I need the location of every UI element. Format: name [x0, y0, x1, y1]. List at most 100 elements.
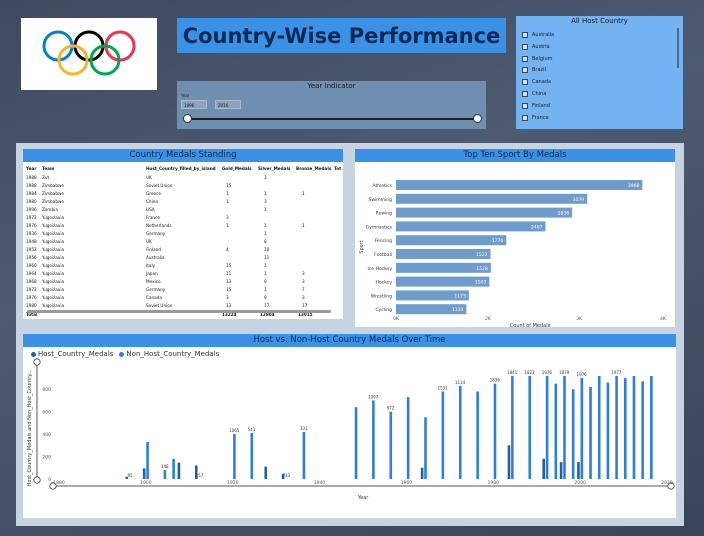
host-bar[interactable] [507, 445, 511, 479]
bar-value-label: 1977 [611, 370, 622, 375]
nonhost-bar[interactable] [571, 389, 575, 479]
nonhost-bar[interactable] [493, 383, 497, 479]
country-option[interactable]: Australia [522, 30, 554, 40]
nonhost-bar[interactable] [589, 386, 592, 479]
table-row: 1952 Yugoslavia Finland 4 10 [26, 246, 339, 254]
nonhost-bar[interactable] [458, 385, 462, 479]
nonhost-bar[interactable] [476, 391, 479, 479]
bar-value-label: 541 [248, 427, 256, 432]
host-bar[interactable] [559, 462, 563, 479]
year-slider-start-handle[interactable] [183, 114, 192, 123]
sport-bar[interactable] [396, 193, 588, 204]
sport-bar[interactable] [396, 221, 546, 232]
checkbox[interactable] [522, 32, 528, 38]
nonhost-bar[interactable] [528, 376, 532, 479]
checkbox[interactable] [522, 67, 528, 74]
table-cell: Netherlands [146, 223, 172, 228]
year-to-input[interactable]: 2016 [215, 100, 241, 109]
nonhost-bar[interactable] [632, 376, 636, 479]
olympic-logo [21, 18, 157, 90]
nonhost-bar[interactable] [163, 470, 167, 479]
nonhost-bar[interactable] [146, 441, 149, 479]
column-header[interactable]: Host_Country_filled_by_island [146, 166, 216, 171]
column-header[interactable]: Year [26, 166, 36, 171]
table-row: 1984 Zimbabwe Greece 1 1 1 [26, 190, 339, 198]
y-axis-slider-bottom-handle[interactable] [33, 476, 41, 484]
checkbox[interactable] [522, 55, 528, 62]
column-header[interactable]: Bronze_Medals [296, 166, 331, 171]
sport-value-label: 3079 [573, 197, 585, 203]
table-cell: 15 [226, 287, 232, 292]
year-from-input[interactable]: 1896 [181, 100, 207, 109]
table-cell: 3 [302, 271, 305, 276]
nonhost-bar[interactable] [406, 397, 410, 479]
y-axis-title: Host_Country_Medals and Non_Host_Country… [27, 369, 33, 486]
country-option[interactable]: China [522, 89, 546, 99]
host-bar[interactable] [577, 462, 580, 479]
checkbox[interactable] [522, 43, 528, 50]
nonhost-bar[interactable] [623, 378, 627, 479]
nonhost-bar[interactable] [389, 411, 393, 479]
column-header[interactable]: Team [42, 166, 54, 171]
checkbox[interactable] [522, 91, 528, 97]
column-header[interactable]: Silver_Medals [258, 166, 290, 171]
nonhost-bar[interactable] [615, 376, 618, 479]
table-horizontal-scrollbar[interactable] [27, 310, 331, 313]
nonhost-bar[interactable] [597, 376, 601, 479]
table-cell: 11 [264, 255, 270, 260]
table-cell: 13 [226, 279, 232, 284]
table-cell: 9 [264, 279, 267, 284]
host-bar[interactable] [542, 458, 545, 479]
nonhost-bar[interactable] [554, 383, 558, 479]
checkbox[interactable] [522, 114, 528, 121]
sport-bar[interactable] [396, 180, 643, 190]
table-cell: Yugoslavia [42, 215, 65, 220]
host-vs-nonhost-panel: Host vs. Non-Host Country Medals Over Ti… [23, 334, 676, 518]
table-cell: 10 [264, 247, 270, 252]
nonhost-bar[interactable] [545, 376, 549, 479]
nonhost-bar[interactable] [580, 378, 584, 479]
nonhost-bar[interactable] [650, 376, 653, 479]
nonhost-bar[interactable] [172, 458, 175, 479]
nonhost-bar[interactable] [641, 381, 644, 479]
country-option[interactable]: Finland [522, 101, 550, 111]
host-bar[interactable] [420, 467, 424, 479]
nonhost-bar[interactable] [511, 376, 514, 479]
country-option[interactable]: Belgium [522, 54, 553, 64]
checkbox[interactable] [522, 102, 528, 109]
year-slider-track[interactable] [186, 118, 477, 120]
country-option[interactable]: France [522, 113, 549, 123]
nonhost-bar[interactable] [233, 434, 236, 479]
year-slicer[interactable]: Year Indicator Year 1896 2016 [177, 81, 486, 129]
nonhost-bar[interactable] [563, 376, 566, 479]
column-header[interactable]: Gold_Medals [222, 166, 252, 171]
column-header[interactable]: Tot [334, 166, 341, 171]
sport-bar[interactable] [396, 207, 573, 218]
nonhost-bar[interactable] [302, 431, 306, 479]
year-slider-end-handle[interactable] [473, 114, 482, 123]
table-row: 1988 Zut UK 3 [26, 174, 339, 182]
nonhost-bar[interactable] [250, 432, 254, 479]
table-cell: 1976 [26, 223, 37, 228]
checkbox[interactable] [522, 79, 528, 86]
nonhost-bar[interactable] [606, 382, 610, 479]
sport-bar[interactable] [396, 235, 507, 246]
table-cell: Yugoslavia [42, 255, 65, 260]
country-option[interactable]: Austria [522, 42, 550, 52]
host-country-filter[interactable]: All Host Country Australia Austria Belgium… [516, 16, 683, 129]
bar-value-label: 1976 [542, 370, 553, 375]
host-bar[interactable] [177, 462, 181, 479]
y-axis-slider-top-handle[interactable] [33, 358, 41, 366]
legend-host[interactable]: Host_Country_Medals [31, 350, 113, 358]
nonhost-bar[interactable] [424, 417, 427, 479]
country-option[interactable]: Brazil [522, 65, 546, 75]
nonhost-bar[interactable] [441, 391, 445, 479]
filter-scrollbar[interactable] [677, 28, 679, 68]
nonhost-bar[interactable] [372, 400, 375, 479]
legend-nonhost[interactable]: Non_Host_Country_Medals [119, 350, 219, 358]
host-bar[interactable] [142, 468, 146, 479]
nonhost-bar[interactable] [354, 407, 358, 479]
medals-table-title: Country Medals Standing [23, 149, 343, 162]
host-bar[interactable] [264, 466, 268, 479]
country-option[interactable]: Canada [522, 77, 551, 87]
